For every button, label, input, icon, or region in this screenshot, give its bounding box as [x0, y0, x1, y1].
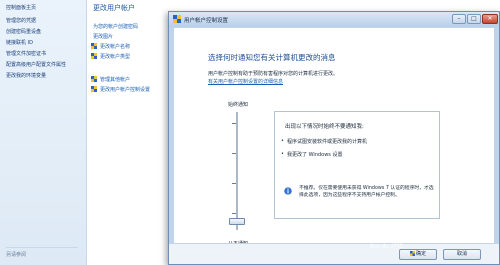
watermark: Bai du 经验 [370, 243, 403, 250]
cancel-label: 取消 [456, 251, 467, 257]
change-uac-settings-link[interactable]: 更改用户帐户控制设置 [100, 86, 150, 93]
slider-thumb[interactable] [229, 218, 245, 225]
maximize-button[interactable]: □ [467, 14, 481, 24]
bullet-icon: • [281, 138, 284, 144]
dialog-description: 用户帐户控制有助于预防有害程序对您的计算机进行更改。 [208, 71, 339, 77]
list-item: • 程序试图安装软件或更改我的计算机 [281, 138, 368, 145]
ok-button[interactable]: 确定 [399, 249, 437, 260]
cancel-button[interactable]: 取消 [443, 249, 481, 260]
notification-level-slider[interactable] [236, 112, 238, 230]
divider [6, 247, 78, 248]
dialog-button-bar: 确定 取消 [169, 243, 499, 264]
ok-label: 确定 [415, 251, 426, 257]
dialog-titlebar[interactable]: 用户帐户控制设置 – □ ✕ [169, 12, 499, 27]
nav-manage-file-encryption-certificates[interactable]: 管理文件加密证书 [6, 50, 46, 57]
slider-tick [232, 153, 236, 154]
change-picture-link[interactable]: 更改图片 [93, 33, 113, 40]
info-icon [284, 187, 292, 195]
maximize-icon: □ [471, 15, 477, 22]
dialog-title: 用户帐户控制设置 [184, 18, 229, 24]
uac-settings-dialog: 用户帐户控制设置 – □ ✕ 选择何时通知您有关计算机更改的消息 用户帐户控制有… [168, 11, 500, 265]
change-account-type-link[interactable]: 更改帐户类型 [100, 53, 130, 60]
dialog-content: 选择何时通知您有关计算机更改的消息 用户帐户控制有助于预防有害程序对您的计算机进… [174, 28, 494, 247]
slider-tick [232, 183, 236, 184]
bullet-icon: • [281, 151, 284, 157]
bullet-text: 我更改了 Windows 设置 [287, 152, 343, 158]
level-description-box: 出现以下情况时始终不要通知我: • 程序试图安装软件或更改我的计算机 • 我更改… [274, 111, 440, 219]
uac-shield-icon [91, 86, 97, 92]
uac-shield-icon [173, 15, 181, 23]
slider-tick [232, 123, 236, 124]
uac-shield-icon [91, 43, 97, 49]
see-also-label: 另请参阅 [6, 252, 27, 258]
bullet-text: 程序试图安装软件或更改我的计算机 [287, 139, 368, 145]
slider-top-label: 始终通知 [228, 102, 249, 108]
nav-change-environment-variables[interactable]: 更改我的环境变量 [6, 72, 46, 79]
manage-other-accounts-link[interactable]: 管理其他帐户 [100, 76, 130, 83]
minimize-button[interactable]: – [452, 14, 466, 24]
nav-manage-credentials[interactable]: 管理您的凭据 [6, 17, 36, 24]
page-title: 更改用户帐户 [93, 4, 135, 12]
create-password-link[interactable]: 为您的帐户创建密码 [93, 23, 138, 30]
dialog-heading: 选择何时通知您有关计算机更改的消息 [208, 53, 336, 62]
minimize-icon: – [457, 15, 461, 22]
close-button[interactable]: ✕ [482, 14, 498, 24]
nav-advanced-user-profile-properties[interactable]: 配置高级用户配置文件属性 [6, 61, 66, 68]
change-account-name-link[interactable]: 更改帐户名称 [100, 43, 130, 50]
nav-create-password-reset-disk[interactable]: 创建密码重设盘 [6, 28, 41, 35]
list-item: • 我更改了 Windows 设置 [281, 151, 343, 158]
nav-control-panel-home[interactable]: 控制面板主页 [6, 4, 36, 11]
uac-help-link[interactable]: 有关用户帐户控制设置的详细信息 [208, 78, 283, 85]
close-icon: ✕ [487, 15, 493, 22]
nav-link-online-id[interactable]: 链接联机 ID [6, 39, 33, 46]
slider-tick [232, 213, 236, 214]
uac-shield-icon [409, 251, 415, 256]
uac-shield-icon [91, 53, 97, 59]
left-navigation-pane: 控制面板主页 管理您的凭据 创建密码重设盘 链接联机 ID 管理文件加密证书 配… [0, 0, 87, 265]
info-title: 出现以下情况时始终不要通知我: [285, 124, 364, 130]
warning-note: 不推荐。仅在需要使用未获得 Windows 7 认证的程序时，才选择此选项，因为… [299, 186, 434, 198]
uac-shield-icon [91, 76, 97, 82]
